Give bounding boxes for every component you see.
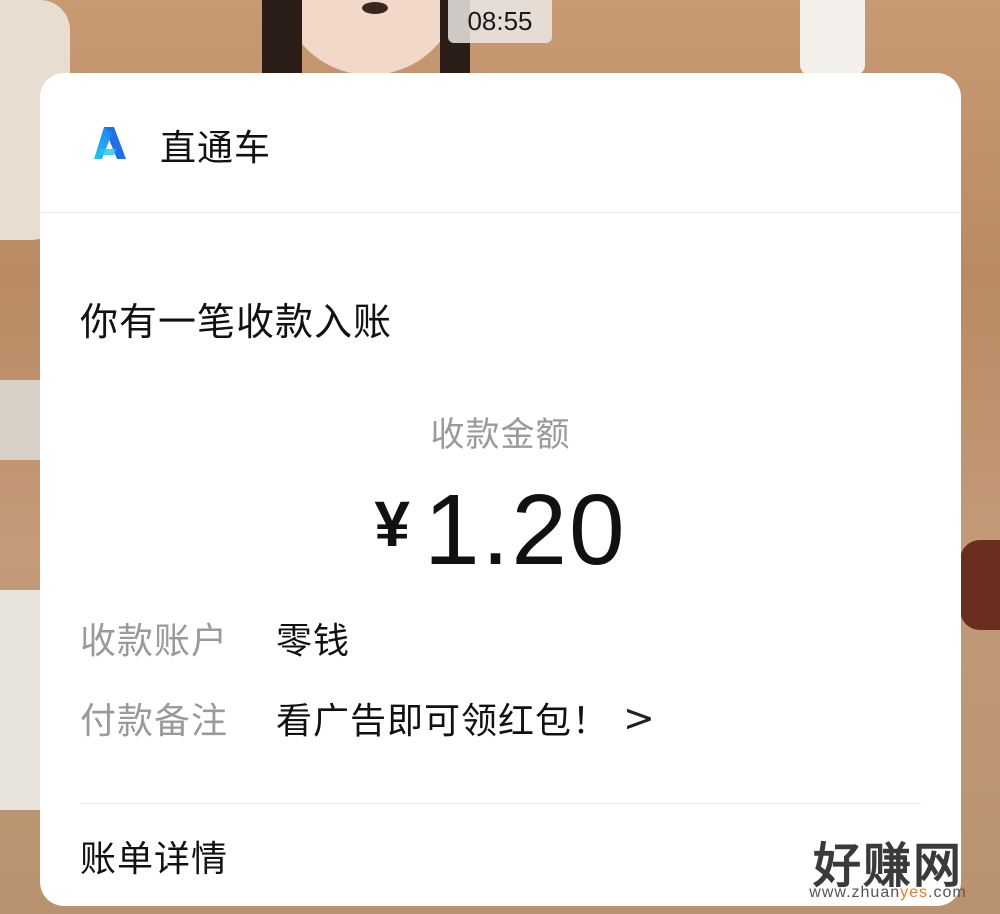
amount-display: ¥1.20 — [40, 473, 961, 588]
background-shelf — [0, 380, 40, 460]
status-bar-time: 08:55 — [448, 0, 552, 43]
background-shelf-lower — [0, 590, 40, 810]
divider — [80, 803, 921, 804]
background-item-right — [960, 540, 1000, 630]
detail-value: 看广告即可领红包！ — [276, 701, 610, 742]
chevron-right-icon[interactable]: > — [623, 696, 655, 740]
detail-label: 付款备注 — [80, 701, 229, 742]
watermark: 好赚网 www.zhuanyes.com — [793, 826, 983, 906]
amount-label: 收款金额 — [430, 415, 571, 455]
detail-label: 收款账户 — [80, 621, 229, 662]
app-name: 直通车 — [160, 128, 272, 169]
background-eye — [362, 2, 388, 14]
notification-header: 直通车 — [40, 73, 961, 213]
detail-row-account: 收款账户 零钱 — [80, 613, 350, 663]
detail-row-note[interactable]: 付款备注 看广告即可领红包！ > — [80, 693, 655, 743]
background-bag — [800, 0, 865, 75]
watermark-url-lead: www. — [809, 884, 852, 901]
payment-notification-card[interactable]: 直通车 你有一笔收款入账 收款金额 ¥1.20 收款账户 零钱 付款备注 看广告… — [40, 73, 961, 906]
detail-value: 零钱 — [276, 621, 351, 662]
amount-value: 1.20 — [423, 474, 627, 586]
app-logo-icon — [94, 127, 126, 159]
watermark-url: www.zhuanyes.com — [793, 884, 983, 902]
currency-symbol: ¥ — [374, 488, 410, 560]
watermark-url-accent: yes — [900, 884, 929, 901]
bill-detail-link[interactable]: 账单详情 — [80, 830, 228, 882]
notification-title: 你有一笔收款入账 — [80, 300, 393, 344]
watermark-url-suffix: .com — [928, 884, 967, 901]
watermark-url-prefix: zhuan — [851, 884, 901, 901]
background-hair-left — [262, 0, 302, 75]
